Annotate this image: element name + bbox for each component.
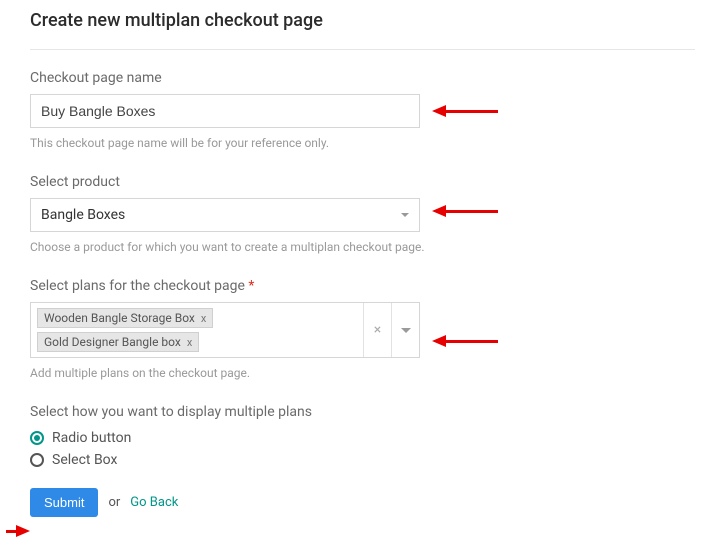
annotation-arrow: [6, 525, 30, 537]
caret-down-icon: [401, 213, 409, 217]
plans-label-text: Select plans for the checkout page: [30, 278, 245, 294]
page-title: Create new multiplan checkout page: [30, 10, 695, 50]
product-label: Select product: [30, 174, 726, 190]
plans-tags-area: Wooden Bangle Storage Box x Gold Designe…: [31, 303, 363, 357]
product-helper: Choose a product for which you want to c…: [30, 238, 530, 256]
plan-tag: Gold Designer Bangle box x: [37, 332, 199, 352]
plans-multiselect[interactable]: Wooden Bangle Storage Box x Gold Designe…: [30, 302, 420, 358]
or-text: or: [108, 495, 120, 510]
plan-tag: Wooden Bangle Storage Box x: [37, 308, 213, 328]
radio-icon: [30, 431, 44, 445]
radio-label: Radio button: [52, 430, 131, 446]
display-mode-label: Select how you want to display multiple …: [30, 404, 726, 420]
product-group: Select product Bangle Boxes Choose a pro…: [30, 174, 726, 256]
remove-tag-icon[interactable]: x: [201, 312, 206, 325]
radio-label: Select Box: [52, 452, 117, 468]
plans-group: Select plans for the checkout page * Woo…: [30, 278, 726, 382]
radio-option-radio-button[interactable]: Radio button: [30, 430, 726, 446]
checkout-name-input[interactable]: [30, 94, 420, 128]
annotation-arrow: [432, 335, 498, 347]
actions-row: Submit or Go Back: [30, 488, 726, 517]
checkout-name-group: Checkout page name This checkout page na…: [30, 70, 726, 152]
radio-option-select-box[interactable]: Select Box: [30, 452, 726, 468]
close-icon: ×: [374, 322, 381, 338]
expand-plans-button[interactable]: [391, 303, 419, 357]
product-select-value: Bangle Boxes: [41, 207, 401, 223]
checkout-name-helper: This checkout page name will be for your…: [30, 134, 530, 152]
annotation-arrow: [432, 105, 498, 117]
go-back-link[interactable]: Go Back: [130, 495, 178, 510]
submit-button[interactable]: Submit: [30, 488, 98, 517]
display-mode-group: Select how you want to display multiple …: [30, 404, 726, 468]
checkout-name-label: Checkout page name: [30, 70, 726, 86]
required-indicator: *: [248, 278, 254, 294]
chevron-down-icon: [401, 328, 411, 333]
clear-all-button[interactable]: ×: [363, 303, 391, 357]
product-select[interactable]: Bangle Boxes: [30, 198, 420, 232]
plans-helper: Add multiple plans on the checkout page.: [30, 364, 530, 382]
plan-tag-label: Wooden Bangle Storage Box: [44, 311, 195, 325]
plans-label: Select plans for the checkout page *: [30, 278, 726, 294]
remove-tag-icon[interactable]: x: [187, 336, 192, 349]
radio-icon: [30, 453, 44, 467]
annotation-arrow: [432, 205, 498, 217]
plan-tag-label: Gold Designer Bangle box: [44, 335, 181, 349]
